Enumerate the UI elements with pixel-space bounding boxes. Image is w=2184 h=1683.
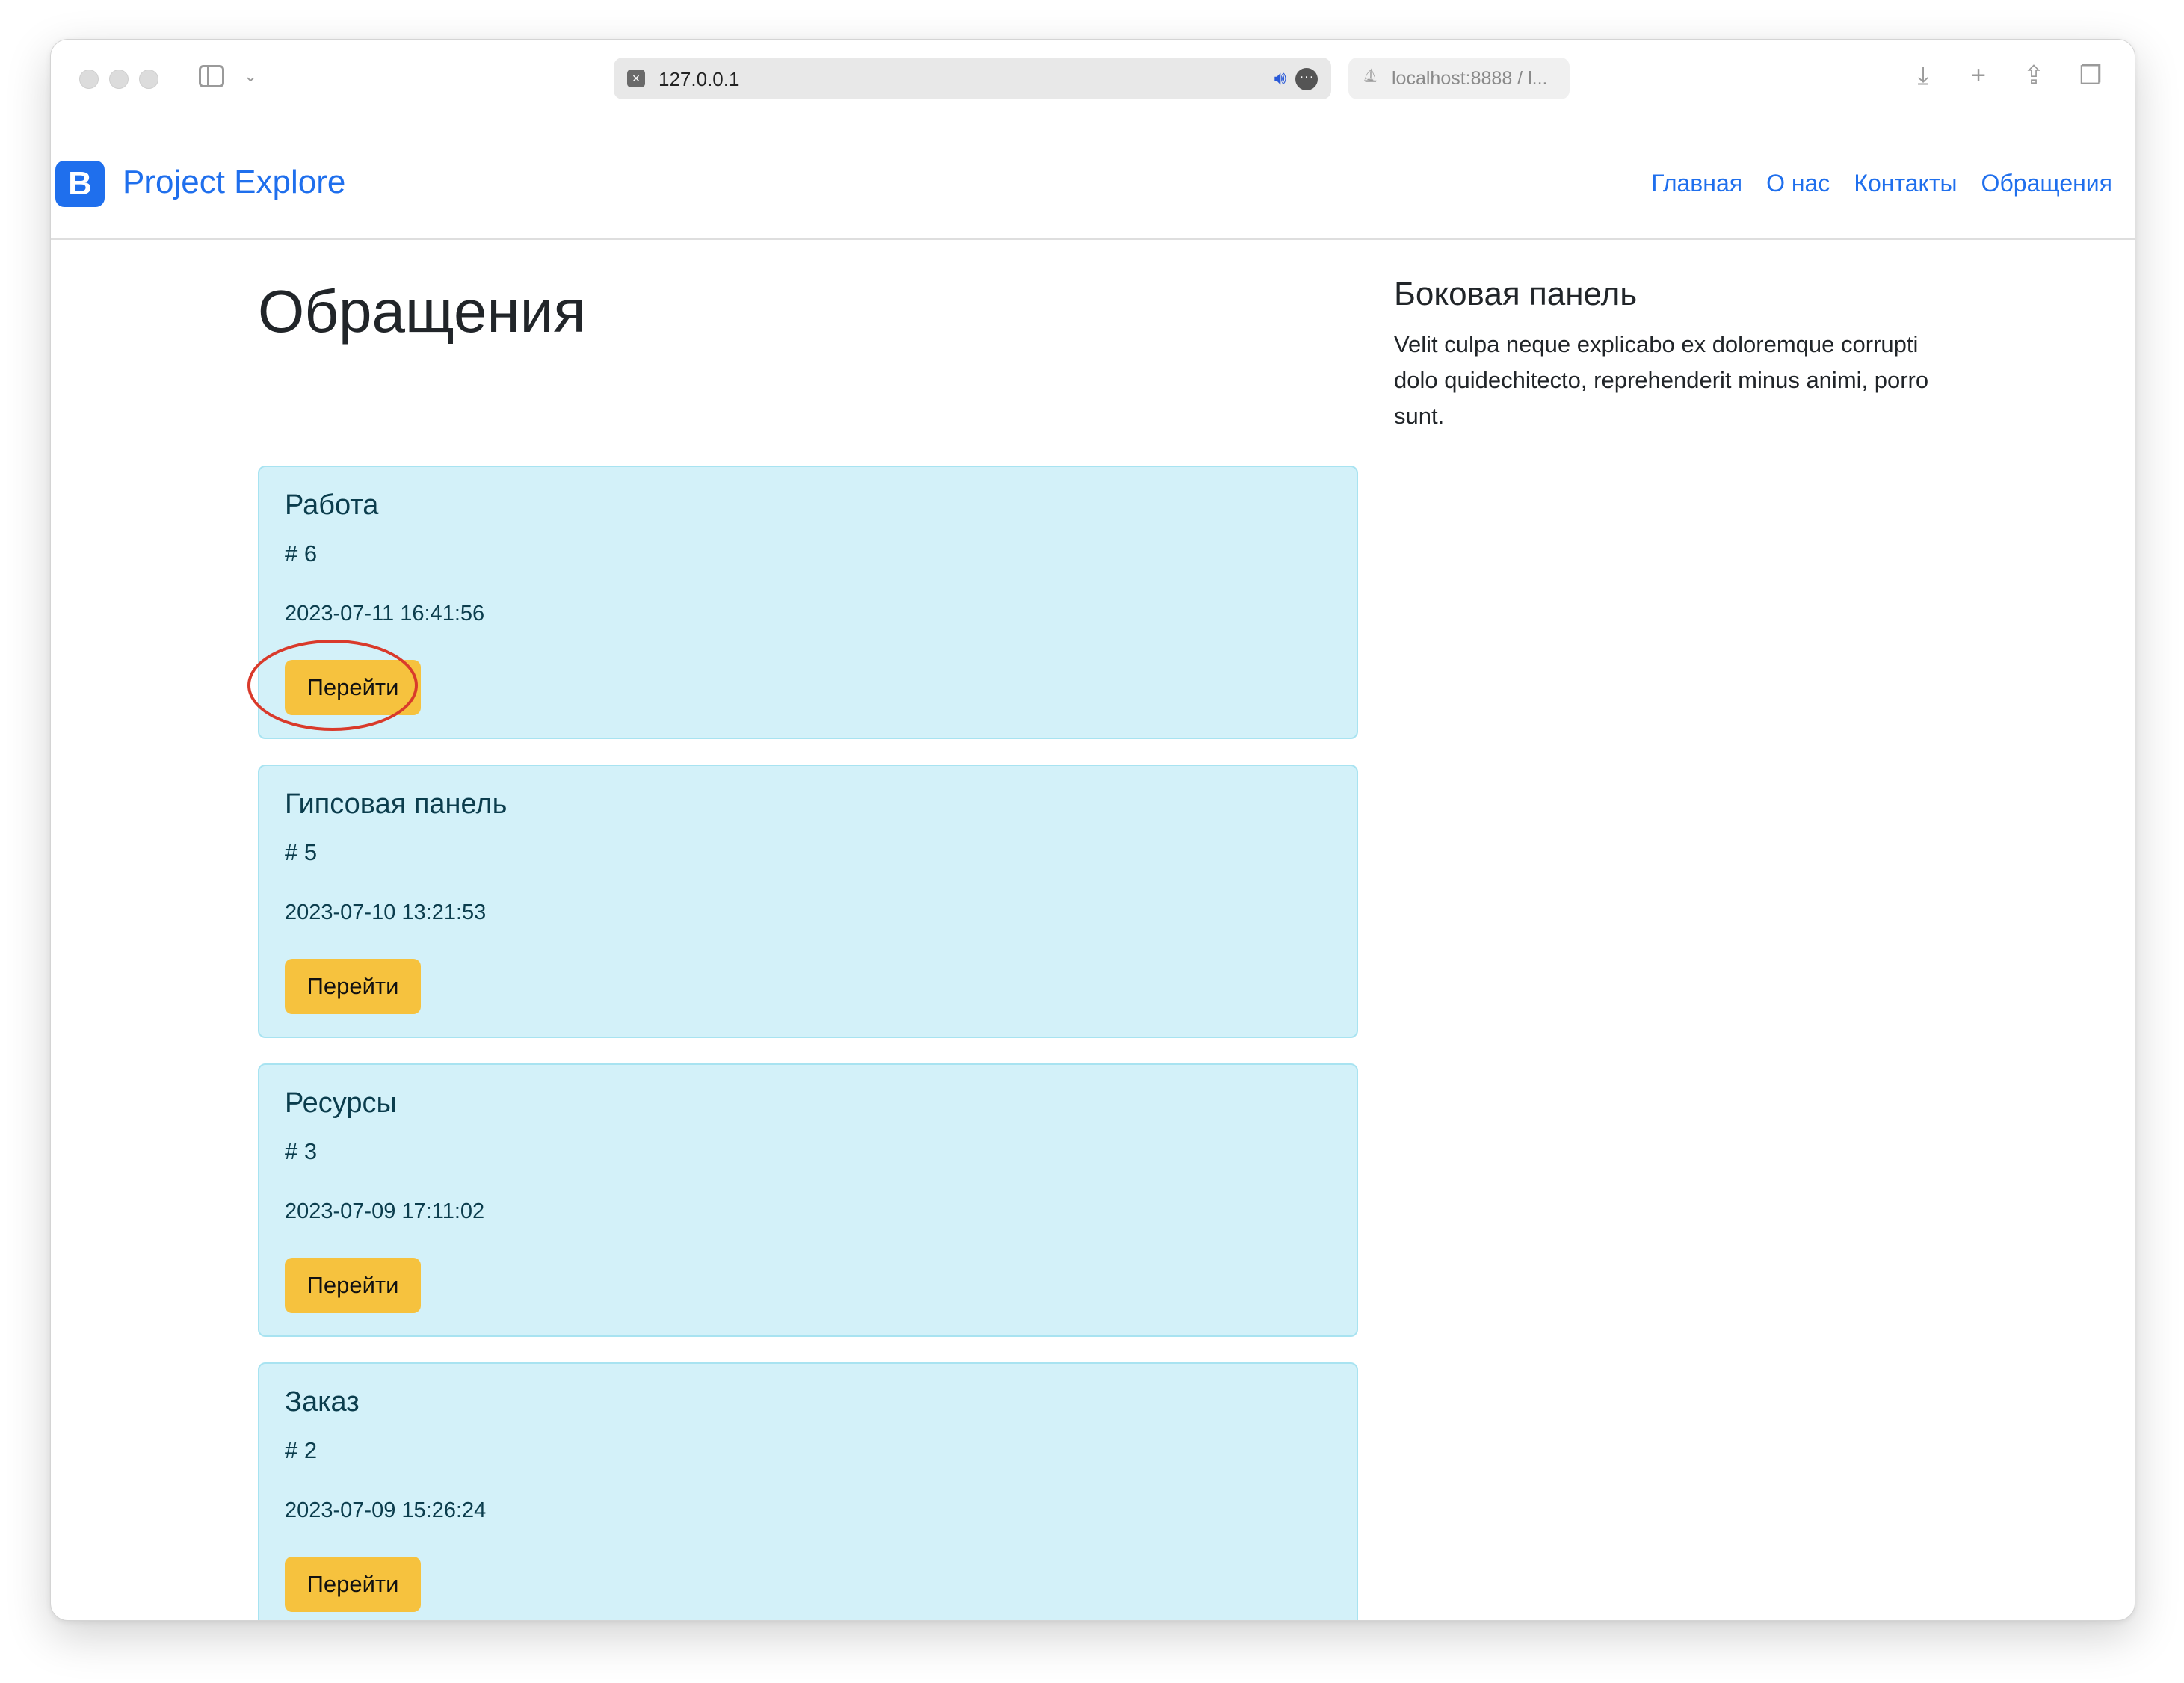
sidebar-text: Velit culpa neque explicabo ex doloremqu… [1394, 331, 1929, 429]
card-date: 2023-07-09 15:26:24 [285, 1498, 487, 1522]
sidebar-toggle-icon[interactable] [199, 65, 224, 87]
close-window-button[interactable] [79, 70, 99, 89]
minimize-window-button[interactable] [109, 70, 129, 89]
page-title: Обращения [258, 278, 586, 345]
card-title: Заказ [285, 1386, 360, 1418]
speaker-icon[interactable]: 🔊︎ [1274, 67, 1286, 90]
share-icon[interactable]: ⇪ [2017, 59, 2050, 92]
request-card: Гипсовая панель # 5 2023-07-10 13:21:53 … [258, 765, 1358, 1038]
title-bar: ⌄ × 127.0.0.1 🔊︎ ··· ⛵︎ localhost:8888 /… [51, 40, 2135, 114]
card-date: 2023-07-09 17:11:02 [285, 1199, 485, 1223]
brand-name[interactable]: Project Explore [123, 164, 345, 201]
nav-link-about[interactable]: О нас [1766, 170, 1830, 197]
url-text: 127.0.0.1 [658, 68, 740, 90]
phpmyadmin-icon: ⛵︎ [1362, 68, 1379, 83]
annotation-circle [247, 640, 418, 731]
tabs-overview-icon[interactable]: ❐ [2074, 59, 2107, 92]
more-options-icon[interactable]: ··· [1295, 68, 1318, 90]
tab-localhost[interactable]: ⛵︎ localhost:8888 / l... [1348, 58, 1570, 99]
request-card: Работа # 6 2023-07-11 16:41:56 Перейти [258, 466, 1358, 739]
bootstrap-logo-icon[interactable]: B [55, 161, 105, 207]
go-button[interactable]: Перейти [285, 1557, 421, 1612]
address-bar[interactable]: × 127.0.0.1 🔊︎ ··· [614, 58, 1331, 99]
browser-window: ⌄ × 127.0.0.1 🔊︎ ··· ⛵︎ localhost:8888 /… [50, 39, 2135, 1621]
site-navbar: B Project Explore Главная О нас Контакты… [51, 114, 2135, 240]
go-button[interactable]: Перейти [285, 1258, 421, 1313]
card-number: # 6 [285, 540, 318, 566]
download-icon[interactable]: ⤓ [1907, 59, 1940, 92]
card-number: # 3 [285, 1138, 318, 1164]
card-title: Ресурсы [285, 1087, 397, 1119]
request-card: Ресурсы # 3 2023-07-09 17:11:02 Перейти [258, 1063, 1358, 1337]
tab-title: localhost:8888 / l... [1392, 68, 1548, 89]
zoom-window-button[interactable] [139, 70, 158, 89]
nav-link-home[interactable]: Главная [1651, 170, 1742, 197]
nav-link-contacts[interactable]: Контакты [1854, 170, 1957, 197]
card-date: 2023-07-11 16:41:56 [285, 602, 485, 626]
close-tab-icon[interactable]: × [627, 70, 645, 87]
card-title: Гипсовая панель [285, 788, 508, 820]
card-number: # 5 [285, 839, 318, 865]
card-title: Работа [285, 490, 379, 521]
sidebar-title: Боковая панель [1394, 276, 1638, 312]
new-tab-icon[interactable]: + [1962, 59, 1995, 92]
nav-links: Главная О нас Контакты Обращения [1651, 170, 2112, 197]
chevron-down-icon[interactable]: ⌄ [244, 67, 257, 86]
go-button[interactable]: Перейти [285, 959, 421, 1014]
card-number: # 2 [285, 1437, 318, 1463]
nav-link-requests[interactable]: Обращения [1981, 170, 2112, 197]
card-date: 2023-07-10 13:21:53 [285, 901, 487, 924]
request-card: Заказ # 2 2023-07-09 15:26:24 Перейти [258, 1362, 1358, 1620]
